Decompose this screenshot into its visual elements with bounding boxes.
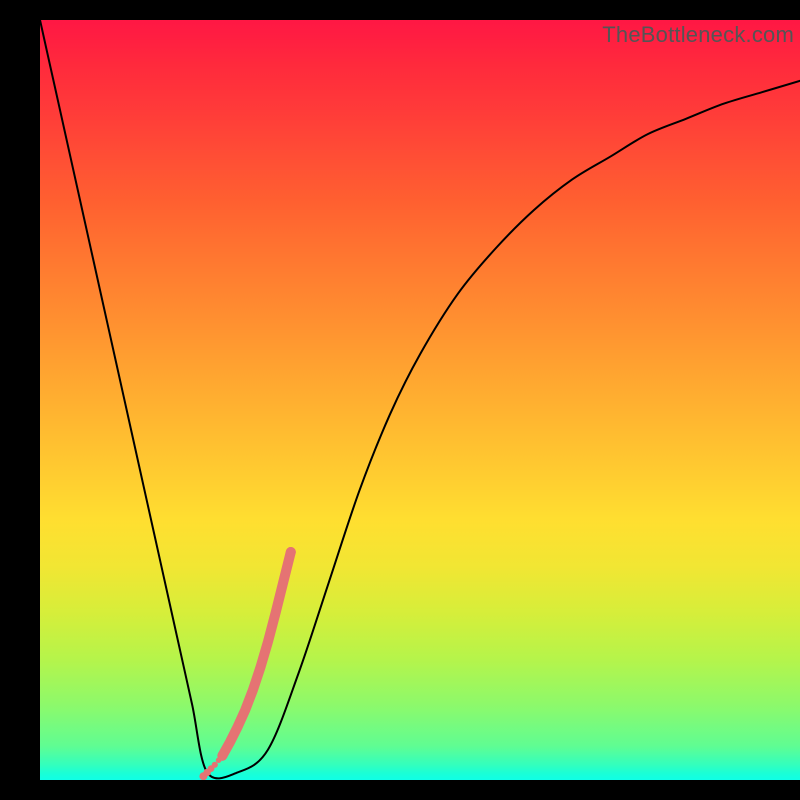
highlight-markers (199, 547, 295, 780)
bottleneck-curve (40, 20, 800, 778)
marker-streak (222, 552, 290, 756)
chart-svg (40, 20, 800, 780)
chart-frame: TheBottleneck.com (0, 0, 800, 800)
marker-dot (217, 751, 227, 761)
marker-dot (212, 762, 218, 768)
marker-dot (286, 547, 296, 557)
plot-area: TheBottleneck.com (40, 20, 800, 780)
